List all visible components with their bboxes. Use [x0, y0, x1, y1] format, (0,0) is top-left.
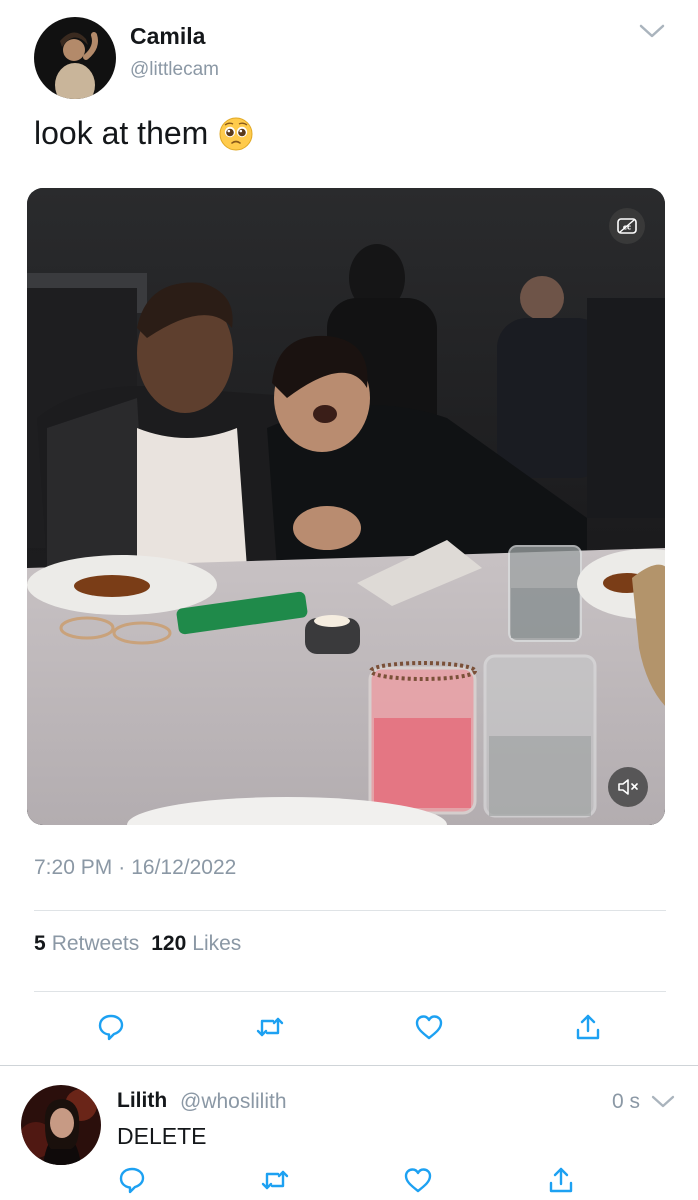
- reply-text: DELETE: [117, 1123, 207, 1149]
- retweets-stat[interactable]: 5 Retweets: [34, 932, 139, 956]
- svg-text:cc: cc: [623, 224, 631, 232]
- reply-icon: [119, 1167, 145, 1194]
- pleading-face-emoji-icon: [218, 116, 254, 152]
- likes-label: Likes: [192, 932, 242, 955]
- retweet-icon: [261, 1170, 289, 1190]
- author-avatar[interactable]: [34, 17, 116, 99]
- share-icon: [549, 1167, 573, 1193]
- retweets-label: Retweets: [51, 932, 140, 955]
- reply-share-button[interactable]: [543, 1162, 579, 1198]
- heart-icon: [415, 1015, 443, 1040]
- tweet-timestamp: 7:20 PM · 16/12/2022: [34, 856, 236, 880]
- divider: [34, 910, 666, 911]
- reply-icon: [98, 1014, 124, 1041]
- reply-author-name[interactable]: Lilith: [117, 1089, 167, 1113]
- reply-author-handle[interactable]: @whoslilith: [180, 1090, 287, 1114]
- author-handle[interactable]: @littlecam: [130, 59, 219, 81]
- section-divider: [0, 1065, 698, 1066]
- likes-count: 120: [151, 932, 187, 955]
- heart-icon: [404, 1168, 432, 1193]
- tweet-time: 7:20 PM: [34, 856, 113, 879]
- reply-reply-button[interactable]: [114, 1162, 150, 1198]
- reply-author-avatar[interactable]: [21, 1085, 101, 1165]
- tweet-text: look at them: [34, 115, 254, 152]
- reply-time: 0 s: [612, 1090, 641, 1113]
- retweet-icon: [256, 1017, 284, 1037]
- chevron-down-icon[interactable]: [636, 20, 668, 42]
- retweets-count: 5: [34, 932, 46, 955]
- tweet-text-content: look at them: [34, 115, 209, 151]
- tweet-stats: 5 Retweets 120 Likes: [34, 932, 241, 956]
- reply-retweet-button[interactable]: [257, 1162, 293, 1198]
- closed-captions-icon[interactable]: cc: [609, 208, 645, 244]
- timestamp-separator: ·: [118, 856, 126, 879]
- share-button[interactable]: [570, 1009, 606, 1045]
- divider: [34, 991, 666, 992]
- share-icon: [576, 1014, 600, 1040]
- chevron-down-icon[interactable]: [649, 1092, 677, 1112]
- retweet-button[interactable]: [252, 1009, 288, 1045]
- reply-button[interactable]: [93, 1009, 129, 1045]
- author-name[interactable]: Camila: [130, 23, 205, 50]
- likes-stat[interactable]: 120 Likes: [151, 932, 241, 956]
- reply-like-button[interactable]: [400, 1162, 436, 1198]
- tweet-video[interactable]: cc: [27, 188, 665, 825]
- like-button[interactable]: [411, 1009, 447, 1045]
- muted-speaker-icon[interactable]: [608, 767, 648, 807]
- tweet-date: 16/12/2022: [131, 856, 237, 879]
